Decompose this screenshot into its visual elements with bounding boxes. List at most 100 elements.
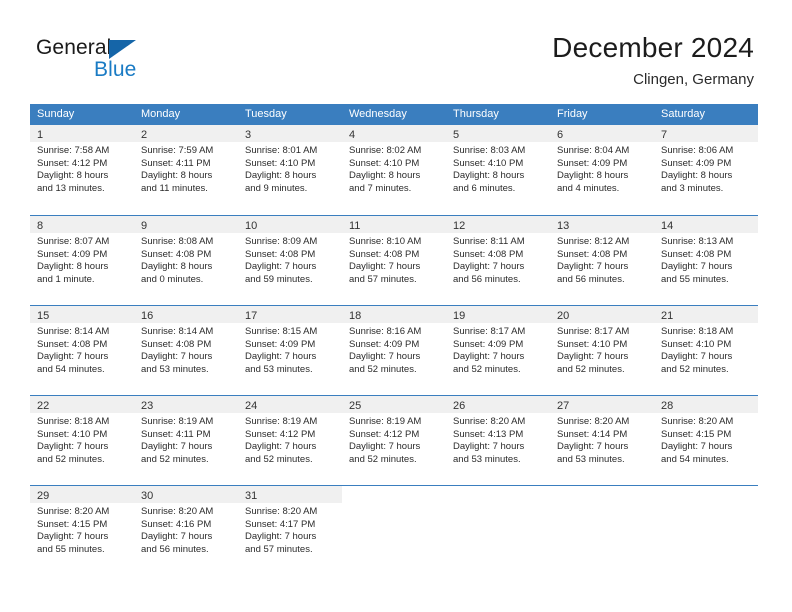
day-number-band: 10 xyxy=(238,216,342,233)
day-cell[interactable]: 26 Sunrise: 8:20 AM Sunset: 4:13 PM Dayligh… xyxy=(446,396,550,484)
day-number-band: 17 xyxy=(238,306,342,323)
daylight-text-line1: Daylight: 7 hours xyxy=(349,351,421,363)
day-cell[interactable]: 2 Sunrise: 7:59 AM Sunset: 4:11 PM Daylight… xyxy=(134,125,238,213)
day-number: 25 xyxy=(349,400,362,412)
daylight-text-line1: Daylight: 7 hours xyxy=(661,351,733,363)
day-number-band: 24 xyxy=(238,396,342,413)
day-info: Sunrise: 8:11 AM Sunset: 4:08 PM Daylight:… xyxy=(446,233,550,286)
sunset-text: Sunset: 4:10 PM xyxy=(661,338,732,350)
day-cell[interactable]: 8 Sunrise: 8:07 AM Sunset: 4:09 PM Daylight… xyxy=(30,216,134,304)
sunrise-text: Sunrise: 8:11 AM xyxy=(453,236,525,247)
day-cell[interactable]: 9 Sunrise: 8:08 AM Sunset: 4:08 PM Daylight… xyxy=(134,216,238,304)
daylight-text-line2: and 53 minutes. xyxy=(453,453,521,465)
weekday-wednesday: Wednesday xyxy=(349,108,407,120)
day-info: Sunrise: 8:03 AM Sunset: 4:10 PM Daylight:… xyxy=(446,142,550,195)
daylight-text-line2: and 56 minutes. xyxy=(557,273,625,285)
sunset-text: Sunset: 4:10 PM xyxy=(453,157,524,169)
day-cell-empty xyxy=(342,486,446,574)
page-subtitle: Clingen, Germany xyxy=(633,71,754,88)
day-number-band xyxy=(342,486,446,503)
weekday-sunday: Sunday xyxy=(37,108,75,120)
day-number: 18 xyxy=(349,310,362,322)
day-cell[interactable]: 28 Sunrise: 8:20 AM Sunset: 4:15 PM Dayligh… xyxy=(654,396,758,484)
daylight-text-line1: Daylight: 8 hours xyxy=(349,170,421,182)
day-info: Sunrise: 8:01 AM Sunset: 4:10 PM Daylight:… xyxy=(238,142,342,195)
day-number-band: 15 xyxy=(30,306,134,323)
sunset-text: Sunset: 4:08 PM xyxy=(557,248,628,260)
day-cell[interactable]: 6 Sunrise: 8:04 AM Sunset: 4:09 PM Daylight… xyxy=(550,125,654,213)
sunset-text: Sunset: 4:12 PM xyxy=(245,428,316,440)
daylight-text-line1: Daylight: 8 hours xyxy=(141,170,213,182)
week-row: 29 Sunrise: 8:20 AM Sunset: 4:15 PM Dayligh… xyxy=(30,485,758,575)
day-cell[interactable]: 13 Sunrise: 8:12 AM Sunset: 4:08 PM Dayligh… xyxy=(550,216,654,304)
day-number: 14 xyxy=(661,220,674,232)
day-info xyxy=(446,503,550,506)
day-cell[interactable]: 10 Sunrise: 8:09 AM Sunset: 4:08 PM Dayligh… xyxy=(238,216,342,304)
day-cell-empty xyxy=(550,486,654,574)
day-number-band: 14 xyxy=(654,216,758,233)
sunset-text: Sunset: 4:11 PM xyxy=(141,157,211,169)
daylight-text-line2: and 59 minutes. xyxy=(245,273,313,285)
day-number: 22 xyxy=(37,400,50,412)
sunset-text: Sunset: 4:12 PM xyxy=(349,428,420,440)
generalblue-logo[interactable]: General Blue xyxy=(36,36,236,88)
daylight-text-line2: and 3 minutes. xyxy=(661,182,724,194)
day-cell[interactable]: 22 Sunrise: 8:18 AM Sunset: 4:10 PM Dayligh… xyxy=(30,396,134,484)
day-number: 6 xyxy=(557,129,564,141)
day-cell[interactable]: 16 Sunrise: 8:14 AM Sunset: 4:08 PM Dayligh… xyxy=(134,306,238,394)
day-cell[interactable]: 7 Sunrise: 8:06 AM Sunset: 4:09 PM Daylight… xyxy=(654,125,758,213)
sunrise-text: Sunrise: 8:13 AM xyxy=(661,236,734,247)
daylight-text-line2: and 52 minutes. xyxy=(37,453,105,465)
weekday-header-row: Sunday Monday Tuesday Wednesday Thursday… xyxy=(30,104,758,125)
day-info: Sunrise: 8:20 AM Sunset: 4:13 PM Daylight:… xyxy=(446,413,550,466)
day-cell-empty xyxy=(654,486,758,574)
day-info: Sunrise: 8:16 AM Sunset: 4:09 PM Daylight:… xyxy=(342,323,446,376)
title-block: December 2024 Clingen, Germany xyxy=(552,30,754,91)
sunrise-text: Sunrise: 8:09 AM xyxy=(245,236,318,247)
day-info: Sunrise: 8:20 AM Sunset: 4:17 PM Daylight:… xyxy=(238,503,342,556)
day-info: Sunrise: 7:58 AM Sunset: 4:12 PM Daylight:… xyxy=(30,142,134,195)
day-cell[interactable]: 3 Sunrise: 8:01 AM Sunset: 4:10 PM Daylight… xyxy=(238,125,342,213)
day-cell[interactable]: 30 Sunrise: 8:20 AM Sunset: 4:16 PM Dayligh… xyxy=(134,486,238,574)
day-info: Sunrise: 8:14 AM Sunset: 4:08 PM Daylight:… xyxy=(30,323,134,376)
day-cell[interactable]: 4 Sunrise: 8:02 AM Sunset: 4:10 PM Daylight… xyxy=(342,125,446,213)
day-cell[interactable]: 14 Sunrise: 8:13 AM Sunset: 4:08 PM Dayligh… xyxy=(654,216,758,304)
day-number: 26 xyxy=(453,400,466,412)
day-cell[interactable]: 5 Sunrise: 8:03 AM Sunset: 4:10 PM Daylight… xyxy=(446,125,550,213)
daylight-text-line1: Daylight: 8 hours xyxy=(453,170,525,182)
week-row: 22 Sunrise: 8:18 AM Sunset: 4:10 PM Dayligh… xyxy=(30,395,758,485)
sunset-text: Sunset: 4:08 PM xyxy=(245,248,316,260)
day-number: 27 xyxy=(557,400,570,412)
day-cell[interactable]: 27 Sunrise: 8:20 AM Sunset: 4:14 PM Dayligh… xyxy=(550,396,654,484)
day-number-band: 2 xyxy=(134,125,238,142)
day-cell[interactable]: 24 Sunrise: 8:19 AM Sunset: 4:12 PM Dayligh… xyxy=(238,396,342,484)
sunrise-text: Sunrise: 8:10 AM xyxy=(349,236,422,247)
day-info: Sunrise: 8:04 AM Sunset: 4:09 PM Daylight:… xyxy=(550,142,654,195)
sunset-text: Sunset: 4:08 PM xyxy=(141,248,212,260)
day-cell[interactable]: 1 Sunrise: 7:58 AM Sunset: 4:12 PM Daylight… xyxy=(30,125,134,213)
day-cell[interactable]: 20 Sunrise: 8:17 AM Sunset: 4:10 PM Dayligh… xyxy=(550,306,654,394)
day-number: 28 xyxy=(661,400,674,412)
day-number: 15 xyxy=(37,310,50,322)
day-info: Sunrise: 8:10 AM Sunset: 4:08 PM Daylight:… xyxy=(342,233,446,286)
day-cell[interactable]: 23 Sunrise: 8:19 AM Sunset: 4:11 PM Dayligh… xyxy=(134,396,238,484)
day-cell[interactable]: 29 Sunrise: 8:20 AM Sunset: 4:15 PM Dayligh… xyxy=(30,486,134,574)
day-cell[interactable]: 25 Sunrise: 8:19 AM Sunset: 4:12 PM Dayligh… xyxy=(342,396,446,484)
day-cell[interactable]: 12 Sunrise: 8:11 AM Sunset: 4:08 PM Dayligh… xyxy=(446,216,550,304)
day-cell[interactable]: 18 Sunrise: 8:16 AM Sunset: 4:09 PM Dayligh… xyxy=(342,306,446,394)
day-cell[interactable]: 11 Sunrise: 8:10 AM Sunset: 4:08 PM Dayligh… xyxy=(342,216,446,304)
weekday-saturday: Saturday xyxy=(661,108,706,120)
sunrise-text: Sunrise: 8:18 AM xyxy=(37,416,110,427)
day-cell[interactable]: 19 Sunrise: 8:17 AM Sunset: 4:09 PM Dayligh… xyxy=(446,306,550,394)
day-cell[interactable]: 21 Sunrise: 8:18 AM Sunset: 4:10 PM Dayligh… xyxy=(654,306,758,394)
day-number-band: 19 xyxy=(446,306,550,323)
week-row: 1 Sunrise: 7:58 AM Sunset: 4:12 PM Daylight… xyxy=(30,125,758,215)
day-info xyxy=(342,503,446,506)
day-number: 10 xyxy=(245,220,258,232)
day-cell[interactable]: 15 Sunrise: 8:14 AM Sunset: 4:08 PM Dayligh… xyxy=(30,306,134,394)
day-cell[interactable]: 31 Sunrise: 8:20 AM Sunset: 4:17 PM Dayligh… xyxy=(238,486,342,574)
day-cell[interactable]: 17 Sunrise: 8:15 AM Sunset: 4:09 PM Dayligh… xyxy=(238,306,342,394)
daylight-text-line2: and 9 minutes. xyxy=(245,182,308,194)
daylight-text-line1: Daylight: 7 hours xyxy=(37,531,109,543)
sunrise-text: Sunrise: 8:02 AM xyxy=(349,145,422,156)
